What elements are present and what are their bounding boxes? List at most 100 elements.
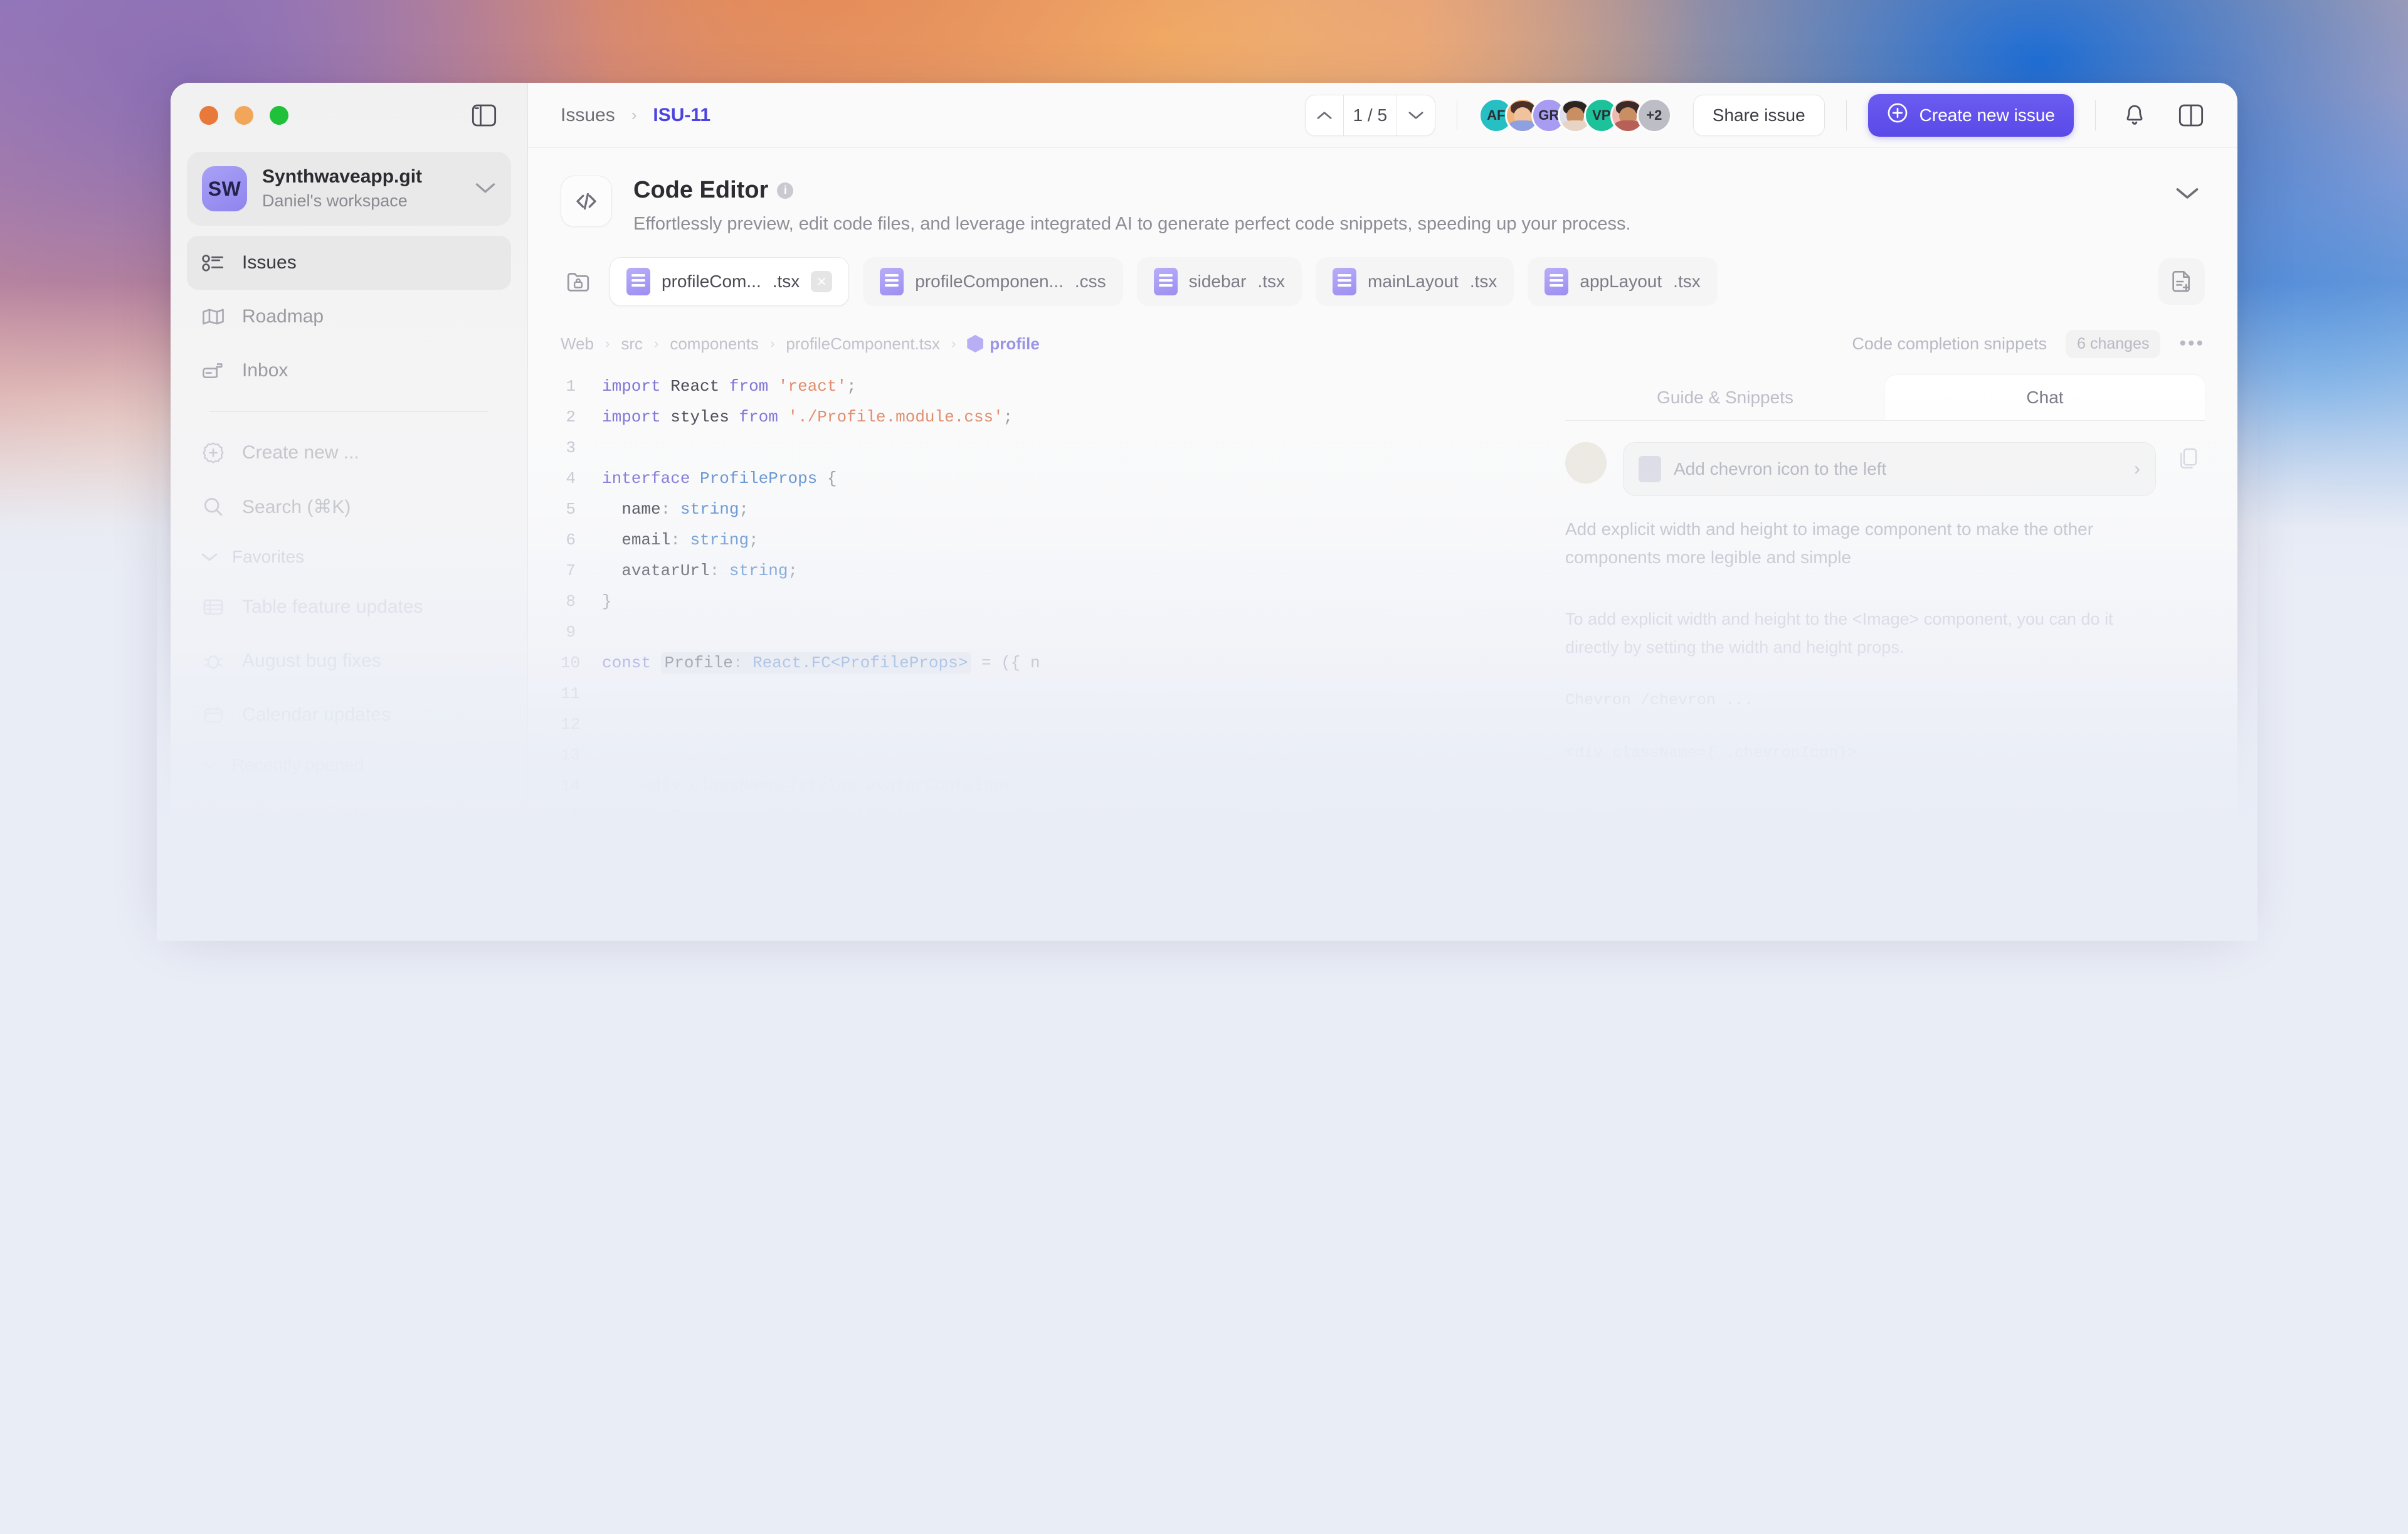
workspace-switcher[interactable]: SW Synthwaveapp.git Daniel's workspace bbox=[187, 152, 511, 226]
toolbar-divider bbox=[1846, 100, 1847, 130]
path-separator: › bbox=[605, 336, 610, 351]
file-icon bbox=[1153, 268, 1178, 295]
line-number: 11 bbox=[561, 684, 581, 703]
share-issue-button[interactable]: Share issue bbox=[1692, 94, 1825, 136]
ai-assistant-pane: Code completion snippets 6 changes ••• G… bbox=[1565, 324, 2205, 894]
ai-chat-body: Add chevron icon to the left › Add expli… bbox=[1565, 421, 2205, 767]
ai-prompt-row: Add chevron icon to the left › bbox=[1565, 442, 2205, 496]
line-text bbox=[602, 740, 612, 771]
code-line: 12 bbox=[561, 709, 1565, 740]
line-text: className={styles.avatar} /> bbox=[602, 838, 935, 857]
line-text: <div className={styles.avatarContainer bbox=[602, 776, 1013, 795]
copy-icon[interactable] bbox=[2172, 442, 2205, 475]
code-line: 2 import styles from './Profile.module.cs… bbox=[561, 402, 1565, 433]
code-editor-header-text: Code Editor i Effortlessly preview, edit… bbox=[633, 176, 2148, 235]
more-horizontal-icon[interactable]: ••• bbox=[2179, 333, 2205, 354]
line-text bbox=[602, 709, 612, 740]
line-text: interface ProfileProps { bbox=[602, 469, 837, 488]
breadcrumb-issues[interactable]: Issues bbox=[561, 105, 615, 126]
editor-split: Web › src › components › profileComponen… bbox=[528, 324, 2237, 894]
symbol-chip[interactable]: profile bbox=[967, 334, 1040, 354]
folder-lock-icon[interactable] bbox=[561, 264, 596, 299]
line-number: 15 bbox=[561, 807, 581, 826]
file-tab-sidebar-tsx[interactable]: sidebar .tsx bbox=[1137, 257, 1302, 306]
minimize-window-button[interactable] bbox=[235, 106, 253, 125]
plus-badge-icon bbox=[201, 440, 226, 465]
code-line: 5 name: string; bbox=[561, 494, 1565, 525]
path-segment[interactable]: components bbox=[670, 334, 759, 354]
chevron-down-icon[interactable] bbox=[475, 181, 496, 198]
window-titlebar bbox=[171, 83, 527, 148]
zoom-window-button[interactable] bbox=[270, 106, 288, 125]
close-window-button[interactable] bbox=[199, 106, 218, 125]
sidebar-recent-item[interactable]: Sidebar updates bbox=[187, 788, 511, 842]
sidebar-create-new[interactable]: Create new ... bbox=[187, 426, 511, 480]
sidebar-favorite-item[interactable]: August bug fixes bbox=[187, 634, 511, 688]
pager-count: 1 / 5 bbox=[1343, 95, 1397, 135]
chevron-up-icon[interactable] bbox=[1306, 95, 1343, 135]
file-tab-profilecomponent-css[interactable]: profileComponen... .css bbox=[863, 257, 1122, 306]
code-line: 3 bbox=[561, 433, 1565, 463]
code-pane: Web › src › components › profileComponen… bbox=[561, 324, 1565, 894]
sidebar-group-favorites[interactable]: Favorites bbox=[187, 534, 511, 580]
line-number: 2 bbox=[566, 408, 576, 426]
file-tab-mainlayout-tsx[interactable]: mainLayout .tsx bbox=[1316, 257, 1514, 306]
path-separator: › bbox=[951, 336, 956, 351]
file-tab-applayout-tsx[interactable]: appLayout .tsx bbox=[1528, 257, 1717, 306]
plus-circle-icon bbox=[1887, 102, 1908, 128]
sidebar-favorite-item[interactable]: Calendar updates bbox=[187, 688, 511, 742]
code-line: 6 email: string; bbox=[561, 525, 1565, 556]
line-text: import styles from './Profile.module.css… bbox=[602, 408, 1013, 426]
sidebar-action-label: Search (⌘K) bbox=[242, 496, 351, 517]
code-content[interactable]: 1 import React from 'react'; 2 import styl… bbox=[561, 371, 1565, 894]
sidebar-group-recent[interactable]: Recently opened bbox=[187, 742, 511, 788]
path-segment[interactable]: profileComponent.tsx bbox=[786, 334, 940, 354]
bell-icon[interactable] bbox=[2117, 98, 2152, 133]
code-line: 8} bbox=[561, 586, 1565, 617]
assignee-avatars[interactable]: AF GR VP +2 bbox=[1478, 97, 1672, 133]
page-title-row: Code Editor i bbox=[633, 177, 2148, 204]
create-new-issue-label: Create new issue bbox=[1919, 105, 2055, 125]
changes-badge: 6 changes bbox=[2066, 330, 2160, 358]
chevron-down-icon[interactable] bbox=[1397, 95, 1435, 135]
code-line: 17 </div> bbox=[561, 863, 1565, 894]
chevron-down-icon[interactable] bbox=[2170, 176, 2205, 211]
right-panel-icon[interactable] bbox=[2173, 98, 2209, 133]
file-tab-ext: .tsx bbox=[772, 272, 800, 291]
new-file-icon[interactable] bbox=[2158, 258, 2205, 305]
file-tab-profilecomponent-tsx[interactable]: profileCom... .tsx ✕ bbox=[610, 257, 850, 306]
tab-guide-snippets[interactable]: Guide & Snippets bbox=[1565, 375, 1885, 420]
ai-prompt-input[interactable]: Add chevron icon to the left › bbox=[1623, 442, 2156, 496]
ai-pane-header: Code completion snippets 6 changes ••• bbox=[1565, 324, 2205, 364]
path-segment[interactable]: src bbox=[621, 334, 643, 354]
ai-snippet-line: Chevron /chevron ... bbox=[1565, 691, 1754, 709]
sidebar-item-issues[interactable]: Issues bbox=[187, 236, 511, 290]
sidebar-group-label: Favorites bbox=[232, 547, 305, 566]
info-icon[interactable]: i bbox=[777, 182, 794, 199]
ai-prompt-value: Add chevron icon to the left bbox=[1674, 459, 1887, 479]
file-tab-name: profileCom... bbox=[662, 272, 761, 291]
sidebar-item-roadmap[interactable]: Roadmap bbox=[187, 290, 511, 344]
sidebar-item-inbox[interactable]: Inbox bbox=[187, 344, 511, 398]
breadcrumb-current[interactable]: ISU-11 bbox=[653, 105, 710, 126]
sidebar-group-label: Recently opened bbox=[232, 755, 364, 775]
traffic-lights bbox=[199, 106, 288, 125]
inbox-icon bbox=[201, 358, 226, 383]
workspace-text: Synthwaveapp.git Daniel's workspace bbox=[262, 166, 460, 212]
create-new-issue-button[interactable]: Create new issue bbox=[1867, 93, 2074, 137]
code-line: 11 bbox=[561, 679, 1565, 709]
close-icon[interactable]: ✕ bbox=[811, 271, 833, 292]
sidebar-panel-icon[interactable] bbox=[470, 101, 499, 130]
sidebar-favorite-item[interactable]: Table feature updates bbox=[187, 580, 511, 634]
tab-chat[interactable]: Chat bbox=[1885, 375, 2205, 420]
chevron-right-icon[interactable]: › bbox=[2134, 458, 2140, 480]
search-icon bbox=[201, 494, 226, 519]
sidebar-search[interactable]: Search (⌘K) bbox=[187, 480, 511, 534]
avatar-overflow-count[interactable]: +2 bbox=[1636, 97, 1672, 133]
line-number: 1 bbox=[566, 377, 576, 396]
path-separator: › bbox=[769, 336, 775, 351]
page-title: Code Editor bbox=[633, 177, 769, 203]
issue-pager: 1 / 5 bbox=[1304, 94, 1435, 136]
path-segment[interactable]: Web bbox=[561, 334, 594, 354]
code-line: 15 <Image src={avatarUrl} alt={`${ bbox=[561, 801, 1565, 832]
